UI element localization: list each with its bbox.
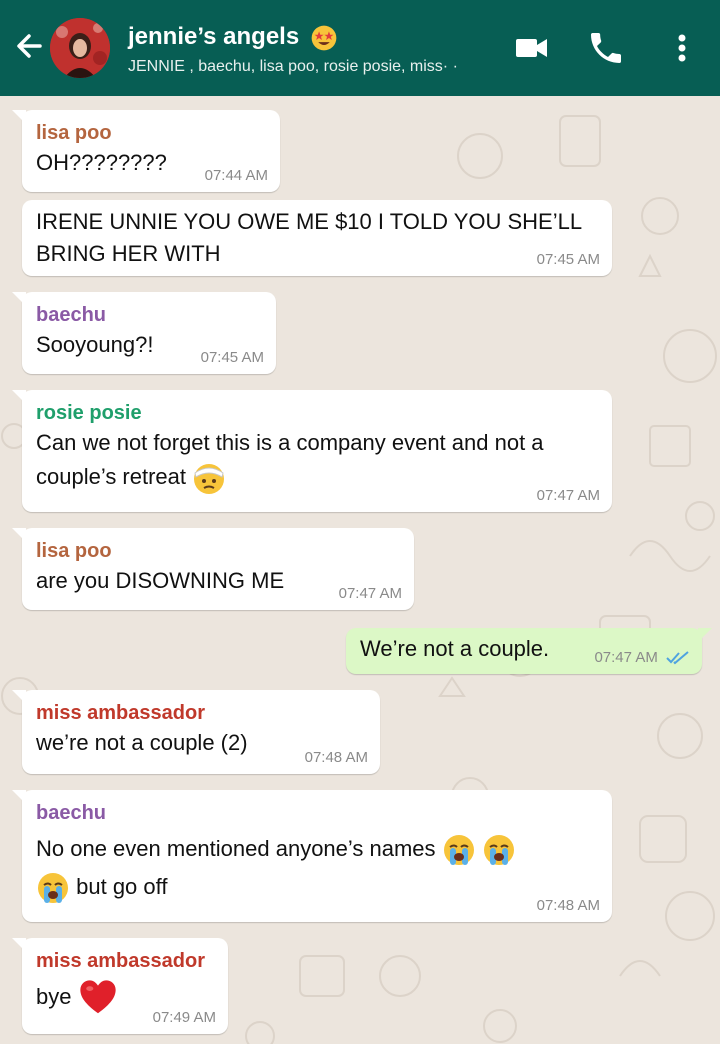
loudly-crying-emoji-icon <box>443 835 474 866</box>
star-struck-emoji-icon <box>311 25 337 51</box>
message-bubble[interactable]: miss ambassador we’re not a couple (2) 0… <box>12 690 380 774</box>
message-time: 07:48 AM <box>536 897 600 914</box>
head-bandage-emoji-icon <box>194 464 225 495</box>
message-time: 07:48 AM <box>304 749 368 766</box>
message-bubble[interactable]: IRENE UNNIE YOU OWE ME $10 I TOLD YOU SH… <box>22 200 612 276</box>
red-heart-emoji-icon <box>79 980 116 1014</box>
message-time: 07:47 AM <box>594 648 658 666</box>
loudly-crying-emoji-icon <box>483 835 514 866</box>
phone-icon <box>591 33 621 63</box>
message-bubble[interactable]: lisa poo are you DISOWNING ME 07:47 AM <box>12 528 414 610</box>
voice-call-button[interactable] <box>586 28 626 68</box>
back-button[interactable] <box>10 26 50 66</box>
more-options-button[interactable] <box>662 28 702 68</box>
chat-header: jennie’s angels JENNIE , baechu, lisa po… <box>0 0 720 96</box>
message-time: 07:47 AM <box>338 585 402 602</box>
read-receipt-ticks-icon <box>666 651 689 665</box>
sender-name: miss ambassador <box>36 950 205 972</box>
message-list[interactable]: lisa poo OH???????? 07:44 AM IRENE UNNIE… <box>0 96 720 1044</box>
loudly-crying-emoji-icon <box>38 873 68 904</box>
message-text-continued: but go off <box>76 874 168 899</box>
more-vert-icon <box>678 34 686 62</box>
video-call-button[interactable] <box>512 28 552 68</box>
message-time: 07:45 AM <box>536 251 600 268</box>
sender-name: lisa poo <box>36 122 112 144</box>
arrow-left-icon <box>17 34 42 58</box>
message-bubble[interactable]: lisa poo OH???????? 07:44 AM <box>12 110 280 192</box>
message-bubble[interactable]: miss ambassador bye 07:49 AM <box>12 938 228 1034</box>
chat-title-area[interactable]: jennie’s angels JENNIE , baechu, lisa po… <box>128 22 498 78</box>
message-time: 07:49 AM <box>152 1009 216 1026</box>
group-members: JENNIE , baechu, lisa poo, rosie posie, … <box>128 58 458 75</box>
message-text: IRENE UNNIE YOU OWE ME $10 I TOLD YOU SH… <box>36 209 582 266</box>
sender-name: baechu <box>36 304 107 326</box>
outgoing-message-bubble[interactable]: We’re not a couple. 07:47 AM <box>346 628 712 674</box>
message-text: Can we not forget this is a company even… <box>36 430 544 489</box>
message-bubble[interactable]: baechu Sooyoung?! 07:45 AM <box>12 292 276 374</box>
sender-name: rosie posie <box>36 402 142 424</box>
sender-name: baechu <box>36 802 107 824</box>
message-bubble[interactable]: baechu No one even mentioned anyone’s na… <box>12 790 612 922</box>
video-camera-icon <box>516 39 547 57</box>
message-time: 07:44 AM <box>204 167 268 184</box>
message-time: 07:45 AM <box>200 349 264 366</box>
message-text: No one even mentioned anyone’s names <box>36 836 436 861</box>
sender-name: miss ambassador <box>36 702 205 724</box>
group-title: jennie’s angels <box>128 22 498 52</box>
message-text: bye <box>36 983 72 1009</box>
message-time: 07:47 AM <box>536 487 600 504</box>
group-avatar[interactable] <box>50 18 110 78</box>
sender-name: lisa poo <box>36 540 112 562</box>
message-bubble[interactable]: rosie posie Can we not forget this is a … <box>12 390 612 512</box>
